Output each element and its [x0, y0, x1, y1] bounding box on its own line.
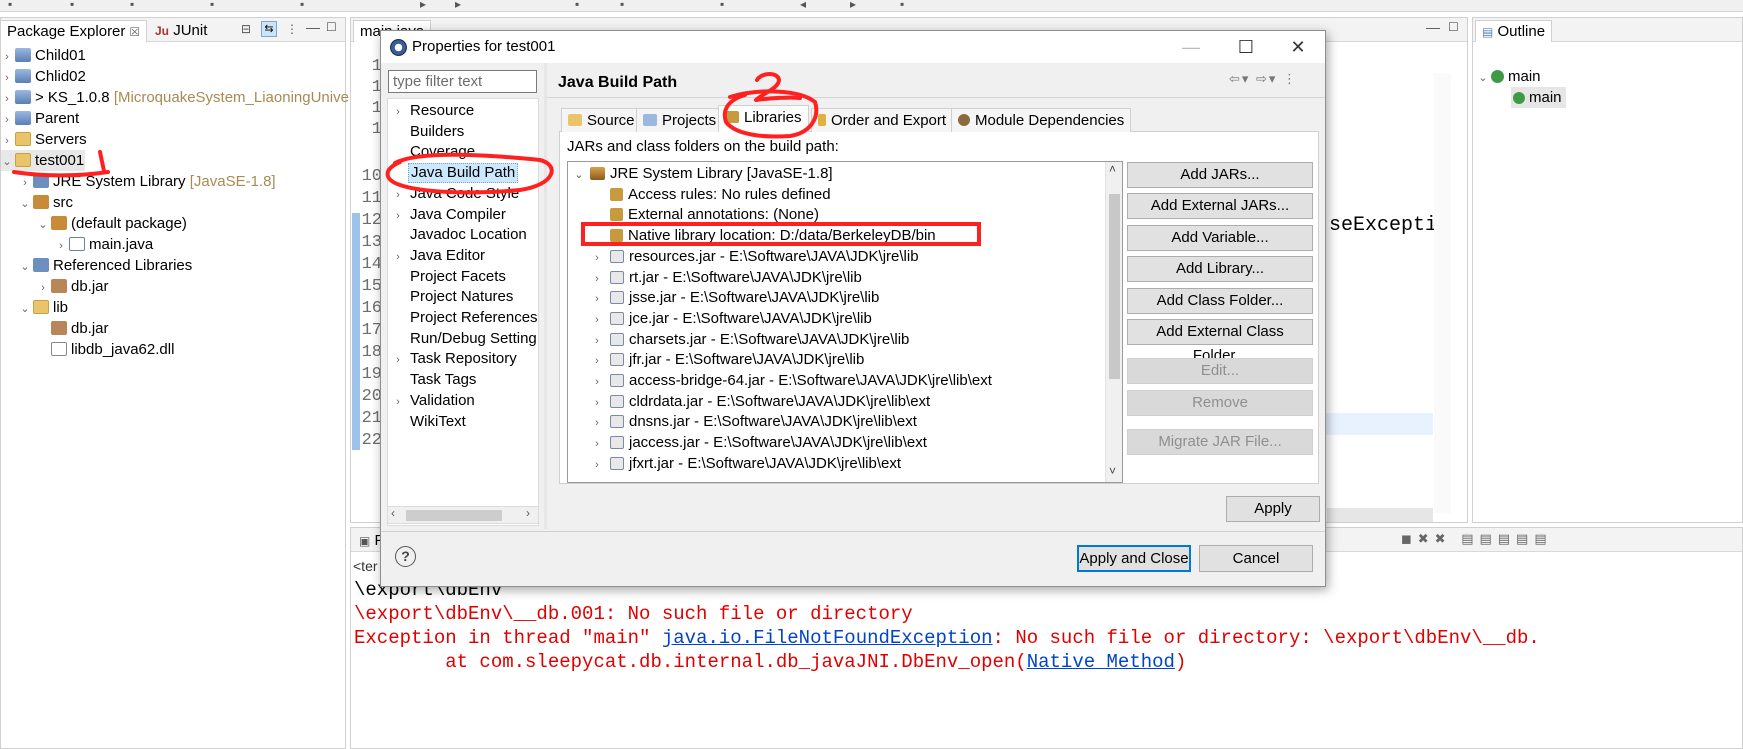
annotation-number-2	[754, 72, 802, 102]
annotation-circle-java-build-path	[385, 152, 554, 195]
annotation-mark-test001	[12, 150, 110, 178]
annotation-overlay	[12, 72, 819, 195]
